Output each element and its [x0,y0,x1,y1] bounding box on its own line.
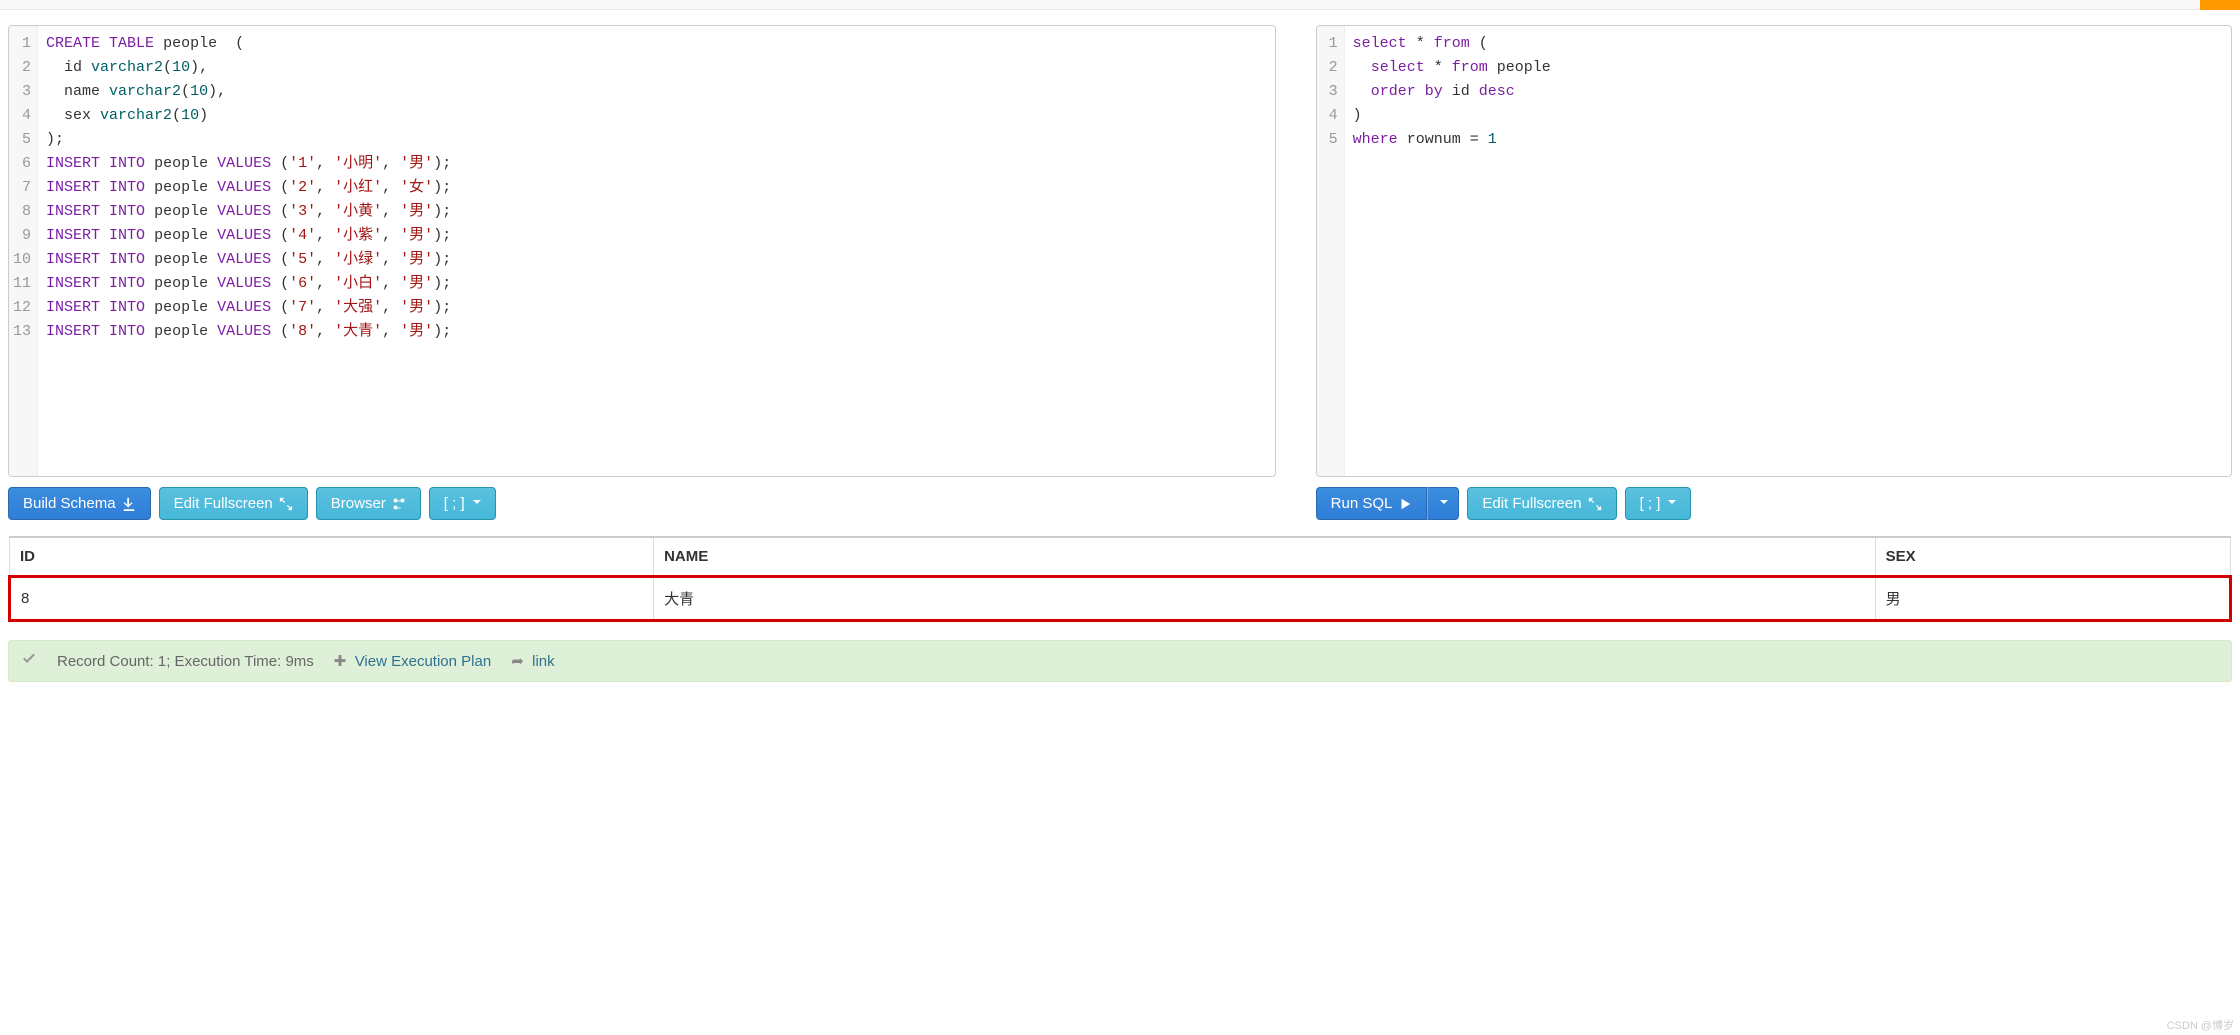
run-sql-dropdown[interactable] [1427,487,1459,520]
schema-pane: 12345678910111213 CREATE TABLE people ( … [8,25,1276,520]
format-label-r: [ ; ] [1640,495,1661,512]
build-schema-button[interactable]: Build Schema [8,487,151,520]
table-cell: 8 [10,577,654,621]
tree-icon [392,495,406,512]
result-table: IDNAMESEX 8大青男 [8,536,2232,622]
format-label: [ ; ] [444,495,465,512]
result-col-name: NAME [654,537,1876,577]
chevron-down-icon [1438,495,1448,512]
plus-icon: ✚ [334,652,347,670]
schema-editor[interactable]: 12345678910111213 CREATE TABLE people ( … [8,25,1276,477]
query-editor[interactable]: 12345 select * from ( select * from peop… [1316,25,2232,477]
download-icon [122,495,136,512]
query-gutter: 12345 [1317,26,1345,476]
link-group: ➦ link [511,652,554,670]
check-icon [21,651,37,671]
watermark-text: CSDN @博岁 [2167,1017,2234,1033]
permalink-link[interactable]: link [532,653,555,670]
table-cell: 男 [1875,577,2230,621]
top-nav-bar [0,0,2240,10]
fullscreen-icon [1588,495,1602,512]
view-plan-group: ✚ View Execution Plan [334,652,491,670]
status-text: Record Count: 1; Execution Time: 9ms [57,653,314,670]
share-icon: ➦ [511,652,524,670]
result-header-row: IDNAMESEX [10,537,2231,577]
status-bar: Record Count: 1; Execution Time: 9ms ✚ V… [8,640,2232,682]
chevron-down-icon [471,495,481,512]
edit-fullscreen-label: Edit Fullscreen [174,495,273,512]
schema-toolbar: Build Schema Edit Fullscreen Browser [ ;… [8,487,1276,520]
view-execution-plan-link[interactable]: View Execution Plan [355,653,491,670]
format-button-right[interactable]: [ ; ] [1625,487,1692,520]
main-container: 12345678910111213 CREATE TABLE people ( … [0,10,2240,528]
table-row: 8大青男 [10,577,2231,621]
results-container: IDNAMESEX 8大青男 [8,536,2232,622]
edit-fullscreen-button-right[interactable]: Edit Fullscreen [1467,487,1616,520]
edit-fullscreen-button-left[interactable]: Edit Fullscreen [159,487,308,520]
edit-fullscreen-label-r: Edit Fullscreen [1482,495,1581,512]
run-sql-label: Run SQL [1331,495,1393,512]
format-button-left[interactable]: [ ; ] [429,487,496,520]
run-sql-button[interactable]: Run SQL [1316,487,1428,520]
result-col-sex: SEX [1875,537,2230,577]
build-schema-label: Build Schema [23,495,116,512]
query-pane: 12345 select * from ( select * from peop… [1316,25,2232,520]
query-toolbar: Run SQL Edit Fullscreen [ ; ] [1316,487,2232,520]
schema-code[interactable]: CREATE TABLE people ( id varchar2(10), n… [38,26,1275,476]
result-col-id: ID [10,537,654,577]
result-body: 8大青男 [10,577,2231,621]
browser-button[interactable]: Browser [316,487,421,520]
play-icon [1398,495,1412,512]
query-code[interactable]: select * from ( select * from people ord… [1345,26,2231,476]
chevron-down-icon [1666,495,1676,512]
run-sql-split: Run SQL [1316,487,1460,520]
table-cell: 大青 [654,577,1876,621]
fullscreen-icon [279,495,293,512]
browser-label: Browser [331,495,386,512]
schema-gutter: 12345678910111213 [9,26,38,476]
